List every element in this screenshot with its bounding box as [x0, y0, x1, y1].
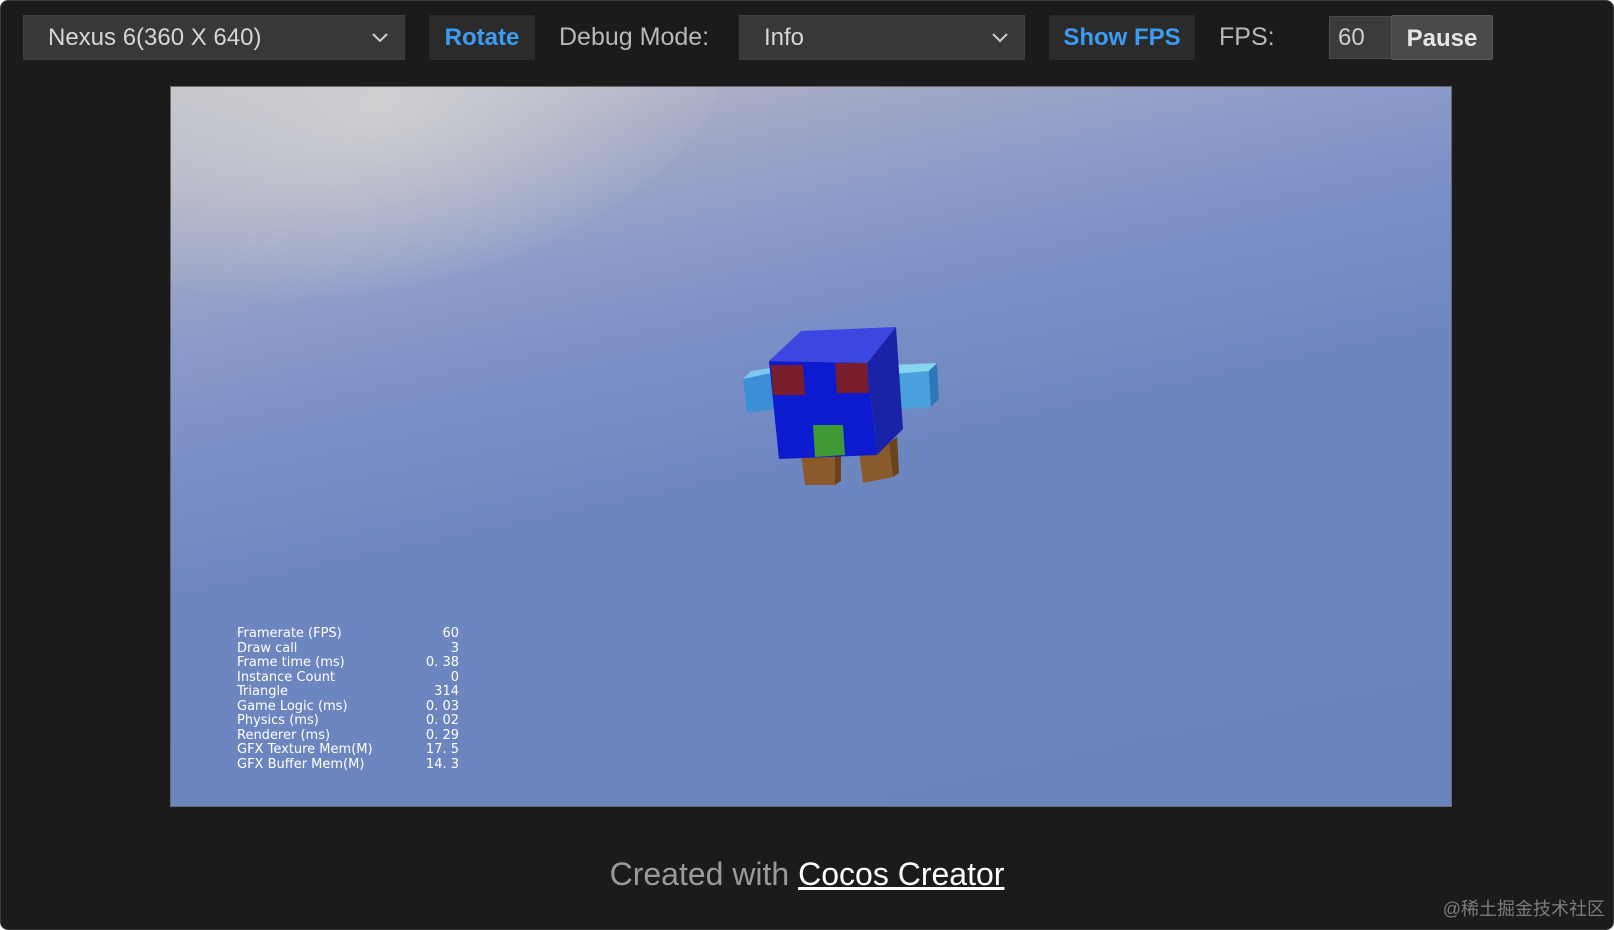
footer: Created with Cocos Creator [1, 856, 1613, 893]
stats-row: GFX Buffer Mem(M) 14. 3 [237, 756, 459, 773]
robot-character [743, 327, 939, 485]
stat-value: 3 [450, 640, 459, 656]
debug-stats-panel: Framerate (FPS) 60 Draw call 3 Frame tim… [237, 626, 459, 773]
stat-value: 0 [450, 669, 459, 685]
cocos-creator-link[interactable]: Cocos Creator [798, 856, 1004, 892]
stats-row: Draw call 3 [237, 640, 459, 657]
stat-value: 314 [434, 684, 459, 699]
device-select-value: Nexus 6(360 X 640) [48, 24, 262, 51]
stat-value: 0. 02 [425, 713, 459, 728]
stat-label: Triangle [237, 684, 289, 699]
toolbar: Nexus 6(360 X 640) Rotate Debug Mode: In… [1, 1, 1613, 81]
debug-mode-select[interactable]: Info [739, 15, 1025, 60]
stat-value: 17. 5 [425, 742, 459, 757]
stat-value: 0. 03 [425, 698, 459, 714]
stats-row: Frame time (ms) 0. 38 [237, 655, 459, 671]
watermark: @稀土掘金技术社区 [1442, 899, 1605, 919]
stat-label: GFX Buffer Mem(M) [237, 756, 365, 772]
stat-label: Instance Count [237, 669, 336, 685]
stat-value: 0. 38 [425, 655, 459, 670]
pause-button[interactable]: Pause [1391, 15, 1493, 60]
game-canvas[interactable]: Framerate (FPS) 60 Draw call 3 Frame tim… [170, 86, 1452, 807]
stat-label: Draw call [237, 640, 298, 656]
stats-row: Physics (ms) 0. 02 [237, 713, 459, 729]
footer-prefix: Created with [609, 856, 799, 892]
stats-row: Framerate (FPS) 60 [237, 626, 459, 642]
stat-value: 14. 3 [425, 756, 459, 772]
sky-glow [171, 87, 761, 356]
debug-mode-select-value: Info [764, 24, 805, 51]
device-select[interactable]: Nexus 6(360 X 640) [23, 15, 405, 60]
stats-row: Game Logic (ms) 0. 03 [237, 698, 459, 715]
stats-row: Triangle 314 [237, 684, 459, 700]
stat-value: 0. 29 [425, 727, 459, 743]
stats-row: Renderer (ms) 0. 29 [237, 727, 459, 744]
stat-label: Game Logic (ms) [237, 698, 348, 714]
chevron-down-icon [372, 33, 388, 43]
preview-window: Nexus 6(360 X 640) Rotate Debug Mode: In… [0, 0, 1614, 930]
stats-row: GFX Texture Mem(M) 17. 5 [237, 742, 459, 758]
debug-mode-label: Debug Mode: [559, 23, 710, 51]
stat-label: Frame time (ms) [237, 655, 345, 670]
stat-label: Renderer (ms) [237, 727, 331, 743]
stats-row: Instance Count 0 [237, 669, 459, 686]
stat-label: Physics (ms) [237, 713, 319, 728]
fps-label: FPS: [1219, 23, 1275, 51]
chevron-down-icon [992, 33, 1008, 43]
show-fps-button[interactable]: Show FPS [1049, 15, 1195, 60]
stat-value: 60 [442, 626, 459, 641]
stat-label: GFX Texture Mem(M) [237, 742, 373, 757]
rotate-button[interactable]: Rotate [429, 15, 535, 60]
stat-label: Framerate (FPS) [237, 626, 342, 641]
